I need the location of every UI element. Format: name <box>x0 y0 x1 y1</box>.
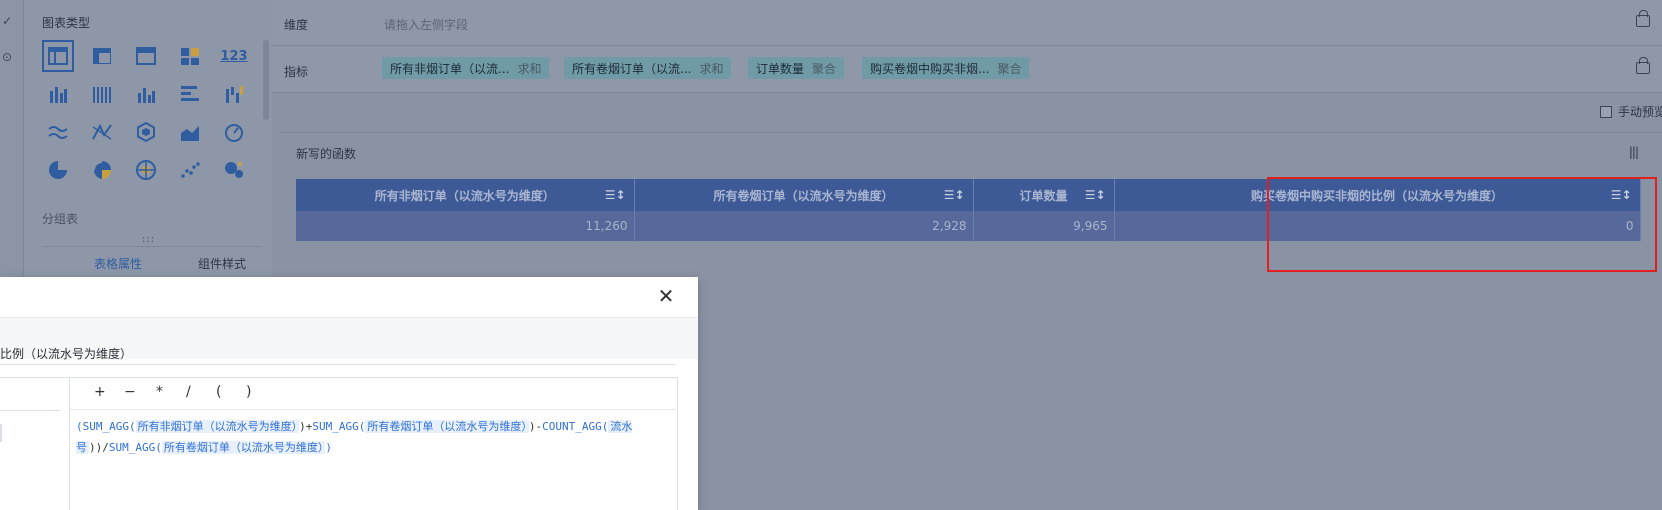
pill-agg[interactable]: 聚合 <box>812 62 836 76</box>
close-paren-button[interactable]: ) <box>246 384 251 400</box>
pill-name: 所有卷烟订单（以流... <box>572 62 692 76</box>
chart-type-panel: 图表类型 123 分组表::: 表格属性 组件样式 <box>24 0 272 278</box>
lock-icon[interactable] <box>1636 10 1650 27</box>
metric-pill[interactable]: 所有非烟订单（以流... 求和 <box>382 57 550 79</box>
sort-icon[interactable]: ☰↕ <box>944 188 965 202</box>
sort-icon[interactable]: ☰↕ <box>605 188 626 202</box>
cross-table-icon[interactable] <box>86 40 118 72</box>
kpi-label: 123 <box>220 48 248 64</box>
multiply-operator-button[interactable]: * <box>156 384 163 400</box>
column-header[interactable]: 订单数量 ☰↕ <box>973 179 1115 211</box>
formula-function: COUNT_AGG( <box>542 420 609 433</box>
formula-function: SUM_AGG( <box>82 420 136 433</box>
pill-agg[interactable]: 求和 <box>699 62 723 76</box>
table-chart-icon[interactable] <box>42 40 74 72</box>
formula-editor: + − * / ( ) (SUM_AGG(所有非烟订单（以流水号为维度）)+SU… <box>0 377 678 510</box>
column-header-label: 所有卷烟订单（以流水号为维度） <box>713 188 894 203</box>
hexagon-chart-icon[interactable] <box>130 116 162 148</box>
formula-token: ( <box>76 420 83 433</box>
column-header[interactable]: 所有卷烟订单（以流水号为维度） ☰↕ <box>634 179 974 211</box>
field-list-pane[interactable] <box>0 378 70 510</box>
tab-table-properties[interactable]: 表格属性 <box>94 255 142 272</box>
formula-field[interactable]: 所有卷烟订单（以流水号为维度） <box>161 441 326 454</box>
waterfall-icon[interactable] <box>218 78 250 110</box>
divide-operator-button[interactable]: / <box>186 384 191 400</box>
table-cell: 2,928 <box>634 211 974 241</box>
column-header-label: 订单数量 <box>1019 188 1068 203</box>
line-chart-icon[interactable] <box>42 116 74 148</box>
pill-name: 购买卷烟中购买非烟... <box>870 62 990 76</box>
plus-operator-button[interactable]: + <box>94 384 106 400</box>
chart-type-title: 图表类型 <box>42 16 91 30</box>
settings-icon[interactable]: ⊙ <box>2 50 12 64</box>
barcode-icon[interactable]: ||| <box>1629 145 1639 159</box>
radar-chart-icon[interactable] <box>130 154 162 186</box>
block-chart-icon[interactable] <box>174 40 206 72</box>
area-chart-icon[interactable] <box>174 116 206 148</box>
dimension-placeholder: 请拖入左侧字段 <box>384 18 469 32</box>
minus-operator-button[interactable]: − <box>124 384 136 400</box>
column-header-label: 所有非烟订单（以流水号为维度） <box>374 188 555 203</box>
dimension-label: 维度 <box>284 18 309 32</box>
radar-line-icon[interactable] <box>86 116 118 148</box>
drag-handle-icon[interactable]: ::: <box>142 234 155 245</box>
formula-token: ))/ <box>89 441 109 454</box>
panel-tabs: 表格属性 组件样式 <box>42 246 262 276</box>
formula-name-field[interactable]: 比例（以流水号为维度） <box>0 341 676 365</box>
table-cell: 11,260 <box>296 211 635 241</box>
manual-preview-toggle[interactable]: 手动预览 <box>1600 103 1662 120</box>
formula-function: SUM_AGG( <box>108 441 162 454</box>
card-title: 新写的函数 <box>296 147 357 161</box>
bar-chart-icon[interactable] <box>130 78 162 110</box>
divider <box>0 410 60 411</box>
horizontal-bar-icon[interactable] <box>174 78 206 110</box>
bubble-chart-icon[interactable] <box>218 154 250 186</box>
table-cell: 9,965 <box>973 211 1115 241</box>
pill-agg[interactable]: 聚合 <box>997 62 1021 76</box>
lock-icon[interactable] <box>1636 57 1650 74</box>
metric-row: 指标 所有非烟订单（以流... 求和 所有卷烟订单（以流... 求和 订单数量 聚合 … <box>272 47 1662 93</box>
pill-name: 所有非烟订单（以流... <box>390 62 510 76</box>
panel-scrollbar[interactable] <box>263 40 269 120</box>
grouped-bar-icon[interactable] <box>86 78 118 110</box>
group-table-label: 分组表 <box>42 212 79 226</box>
metric-pill[interactable]: 所有卷烟订单（以流... 求和 <box>564 57 732 79</box>
operator-bar: + − * / ( ) <box>70 378 677 410</box>
scatter-chart-icon[interactable] <box>174 154 206 186</box>
chevron-down-icon[interactable]: ✓ <box>2 14 12 28</box>
rose-chart-icon[interactable] <box>86 154 118 186</box>
gauge-icon[interactable] <box>218 116 250 148</box>
formula-field[interactable]: 所有非烟订单（以流水号为维度） <box>135 420 300 433</box>
column-header[interactable]: 所有非烟订单（以流水号为维度） ☰↕ <box>296 179 635 211</box>
manual-preview-label: 手动预览 <box>1618 105 1662 119</box>
formula-function: SUM_AGG( <box>312 420 366 433</box>
pill-name: 订单数量 <box>756 62 805 76</box>
metric-pill[interactable]: 订单数量 聚合 <box>748 57 845 79</box>
dimension-row: 维度 请拖入左侧字段 <box>272 0 1662 46</box>
formula-token: )- <box>528 420 543 433</box>
highlight-box <box>1267 177 1657 272</box>
formula-text-area[interactable]: (SUM_AGG(所有非烟订单（以流水号为维度）)+SUM_AGG(所有卷烟订单… <box>76 416 672 458</box>
scatter-bar-icon[interactable] <box>42 78 74 110</box>
dimension-drop-zone[interactable]: 请拖入左侧字段 <box>364 6 1626 40</box>
metric-pill[interactable]: 购买卷烟中购买非烟... 聚合 <box>862 57 1030 79</box>
pie-chart-icon[interactable] <box>42 154 74 186</box>
formula-dialog: ✕ 比例（以流水号为维度） + − * / ( ) (SUM_AGG(所有非烟订… <box>0 277 698 510</box>
kpi-number-icon[interactable]: 123 <box>218 40 250 72</box>
pill-agg[interactable]: 求和 <box>517 62 541 76</box>
close-icon[interactable]: ✕ <box>656 286 676 307</box>
divider <box>0 424 2 442</box>
metric-label: 指标 <box>284 65 309 79</box>
formula-field[interactable]: 所有卷烟订单（以流水号为维度） <box>365 420 529 433</box>
detail-table-icon[interactable] <box>130 40 162 72</box>
sort-icon[interactable]: ☰↕ <box>1085 188 1106 202</box>
dialog-header: ✕ <box>0 277 698 318</box>
formula-token: )+ <box>299 420 313 433</box>
open-paren-button[interactable]: ( <box>216 384 221 400</box>
manual-preview-checkbox[interactable] <box>1600 106 1612 118</box>
formula-name-text: 比例（以流水号为维度） <box>0 347 133 361</box>
formula-token: ) <box>325 441 332 454</box>
tab-component-style[interactable]: 组件样式 <box>198 255 246 272</box>
